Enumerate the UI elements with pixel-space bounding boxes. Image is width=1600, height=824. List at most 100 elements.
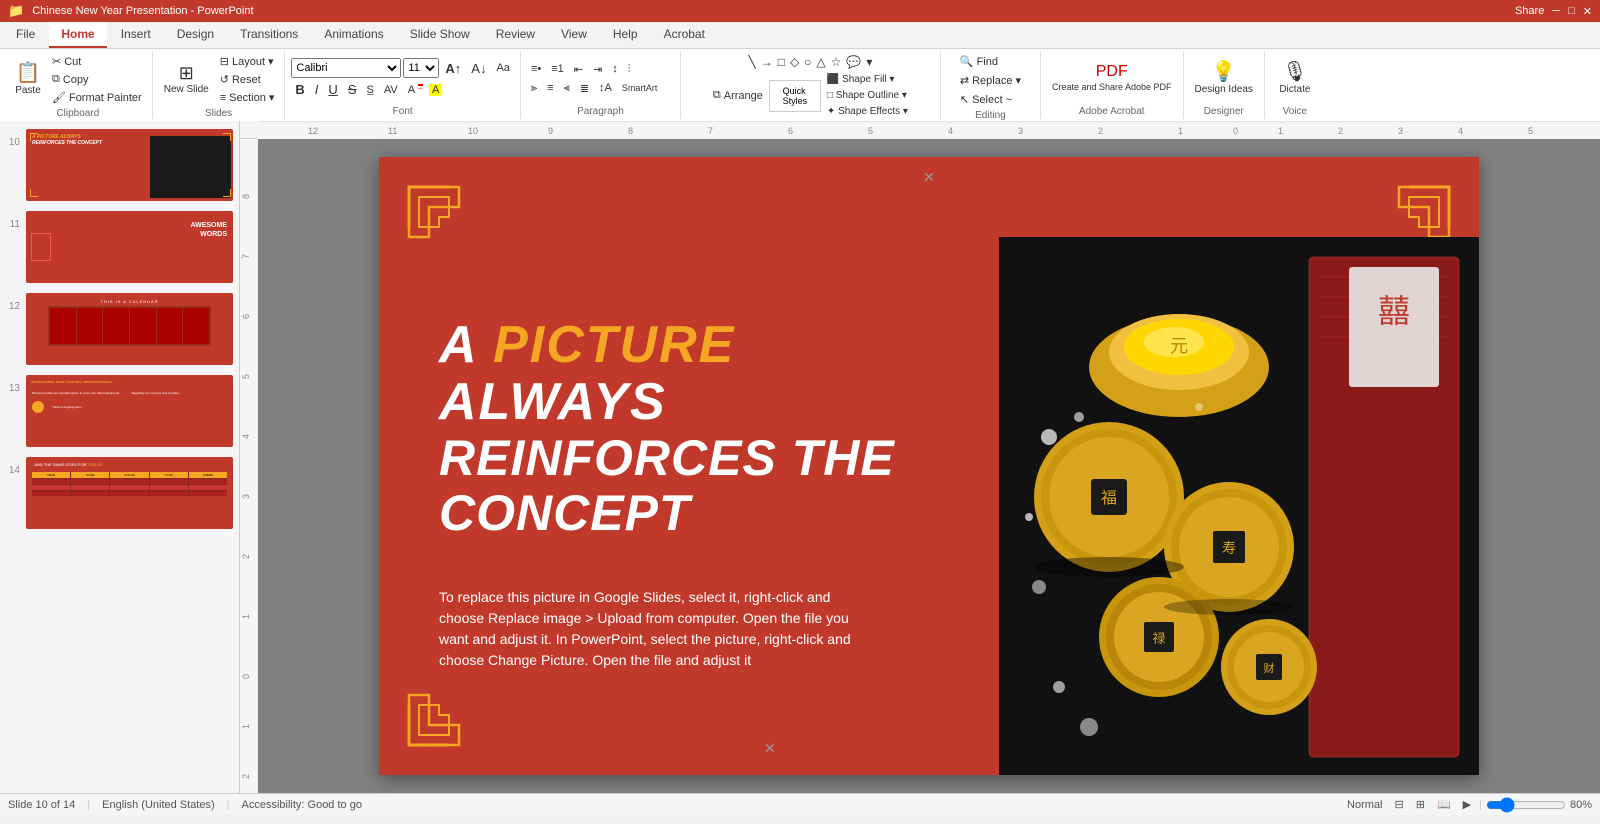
tab-slideshow[interactable]: Slide Show [398,22,482,48]
find-button[interactable]: 🔍 Find [956,53,1002,70]
bold-button[interactable]: B [291,80,308,99]
slide-panel[interactable]: 10 A PICTURE ALWAYSREINFORCES THE CONCEP… [0,121,240,793]
slide-img-13[interactable]: INFOGRAPHICS: MAKE YOUR IDEA UNDERSTANDA… [26,375,233,447]
svg-text:3: 3 [1398,126,1403,136]
shape-outline-button[interactable]: □ Shape Outline ▾ [823,88,912,103]
arrange-button[interactable]: ⧉ Arrange [709,87,767,104]
slide-body-text[interactable]: To replace this picture in Google Slides… [439,587,869,671]
slide-thumb-10[interactable]: 10 A PICTURE ALWAYSREINFORCES THE CONCEP… [4,127,235,203]
view-sorter-button[interactable]: ⊞ [1412,796,1429,813]
design-ideas-button[interactable]: 💡 Design Ideas [1190,59,1258,99]
font-content: Calibri 11 A↑ A↓ Aa B I U S S̲ AV A─ A [291,53,514,104]
slide-thumb-13[interactable]: 13 INFOGRAPHICS: MAKE YOUR IDEA UNDERSTA… [4,373,235,449]
tab-view[interactable]: View [549,22,599,48]
shape-triangle-btn[interactable]: △ [814,53,827,71]
maximize-icon[interactable]: □ [1568,5,1575,17]
shape-effects-button[interactable]: ✦ Shape Effects ▾ [823,104,912,119]
section-button[interactable]: ≡ Section ▾ [216,89,279,106]
decrease-font-button[interactable]: A↓ [467,59,490,78]
shape-rect-btn[interactable]: □ [776,53,787,71]
slide-thumb-14[interactable]: 14 ...AND THE SAME GOES FOR TABLES YEAR … [4,455,235,531]
font-color-button[interactable]: A─ [404,82,427,98]
increase-font-button[interactable]: A↑ [441,59,465,78]
slide-title-line2: REINFORCES THE CONCEPT [439,431,939,541]
create-share-pdf-button[interactable]: PDF Create and Share Adobe PDF [1047,61,1177,96]
shape-oval-btn[interactable]: ○ [802,53,813,71]
pdf-icon: PDF [1096,64,1128,80]
drag-handle-bottom[interactable]: ✕ [764,740,776,757]
paste-button[interactable]: 📋 Paste [10,60,46,100]
align-left-button[interactable]: ⫸ [527,80,541,97]
layout-button[interactable]: ⊟ Layout ▾ [216,53,279,70]
slide-img-11[interactable]: AWESOMEWORDS [26,211,233,283]
zoom-slider[interactable] [1486,798,1566,812]
quick-styles-button[interactable]: QuickStyles [769,80,821,112]
font-size-select[interactable]: 11 [403,58,439,78]
tab-review[interactable]: Review [484,22,547,48]
shape-callout-btn[interactable]: 💬 [844,53,863,71]
slide-thumb-11[interactable]: 11 AWESOMEWORDS [4,209,235,285]
slide-img-12[interactable]: THIS IS A CALENDAR [26,293,233,365]
copy-button[interactable]: ⧉ Copy [48,71,146,88]
align-center-button[interactable]: ≡ [543,80,557,96]
svg-text:囍: 囍 [1378,293,1410,329]
shape-line-btn[interactable]: ╲ [746,53,757,71]
slide-title-block[interactable]: A PICTURE ALWAYS REINFORCES THE CONCEPT [439,317,939,541]
shadow-button[interactable]: S̲ [362,82,377,98]
increase-indent-button[interactable]: ⇥ [589,61,606,78]
slide-thumb-12[interactable]: 12 THIS IS A CALENDAR [4,291,235,367]
bullets-button[interactable]: ≡• [527,61,545,77]
cut-button[interactable]: ✂ Cut [48,53,146,70]
shape-fill-button[interactable]: ⬛ Shape Fill ▾ [823,72,912,87]
align-right-button[interactable]: ⫷ [560,80,574,97]
underline-button[interactable]: U [324,80,341,99]
view-outline-button[interactable]: ⊟ [1391,796,1408,813]
tab-home[interactable]: Home [49,22,106,48]
replace-button[interactable]: ⇄ Replace ▾ [956,72,1025,89]
reset-button[interactable]: ↺ Reset [216,71,279,88]
view-slideshow-button[interactable]: ▶ [1459,796,1475,813]
columns-button[interactable]: ⫶ [624,61,635,78]
font-family-select[interactable]: Calibri [291,58,401,78]
shape-diamond-btn[interactable]: ◇ [788,53,801,71]
slide-image-inner: 囍 元 福 [999,237,1479,775]
tab-file[interactable]: File [4,22,47,48]
convert-smartart-button[interactable]: SmartArt [618,81,662,95]
tab-transitions[interactable]: Transitions [228,22,310,48]
share-button[interactable]: Share [1515,5,1544,17]
slide-img-14[interactable]: ...AND THE SAME GOES FOR TABLES YEAR SAM… [26,457,233,529]
tab-animations[interactable]: Animations [312,22,395,48]
select-button[interactable]: ↖ Select ~ [956,91,1016,108]
view-reading-button[interactable]: 📖 [1433,796,1455,813]
align-justify-button[interactable]: ≣ [576,80,593,97]
editing-label: Editing [975,108,1006,121]
clear-format-button[interactable]: Aa [492,60,513,76]
shape-arrow-btn[interactable]: → [759,53,775,71]
separator3: | [1479,799,1482,811]
text-direction-button[interactable]: ↕A [595,80,616,96]
dictate-icon: 🎙 [1282,62,1307,82]
slide-image[interactable]: 囍 元 福 [999,237,1479,775]
minimize-icon[interactable]: ─ [1552,5,1560,17]
text-highlight-button[interactable]: A [429,84,442,96]
strikethrough-button[interactable]: S [344,80,361,99]
tab-help[interactable]: Help [601,22,650,48]
tab-design[interactable]: Design [165,22,226,48]
svg-text:元: 元 [1170,336,1188,356]
view-normal-button[interactable]: Normal [1343,797,1386,813]
close-icon[interactable]: ✕ [1583,5,1592,18]
numbering-button[interactable]: ≡1 [547,61,568,77]
decrease-indent-button[interactable]: ⇤ [570,61,587,78]
shapes-more-btn[interactable]: ▾ [864,53,874,71]
tab-acrobat[interactable]: Acrobat [652,22,717,48]
drag-handle-top[interactable]: ✕ [923,169,935,186]
new-slide-button[interactable]: ⊞ New Slide [159,61,214,99]
italic-button[interactable]: I [311,80,323,99]
format-painter-button[interactable]: 🖌 Format Painter [48,89,146,106]
tab-insert[interactable]: Insert [109,22,163,48]
line-spacing-button[interactable]: ↕ [608,61,622,77]
slide-img-10[interactable]: A PICTURE ALWAYSREINFORCES THE CONCEPT [26,129,233,201]
dictate-button[interactable]: 🎙 Dictate [1274,59,1315,99]
char-spacing-button[interactable]: AV [380,82,402,98]
shape-star-btn[interactable]: ☆ [829,53,844,71]
